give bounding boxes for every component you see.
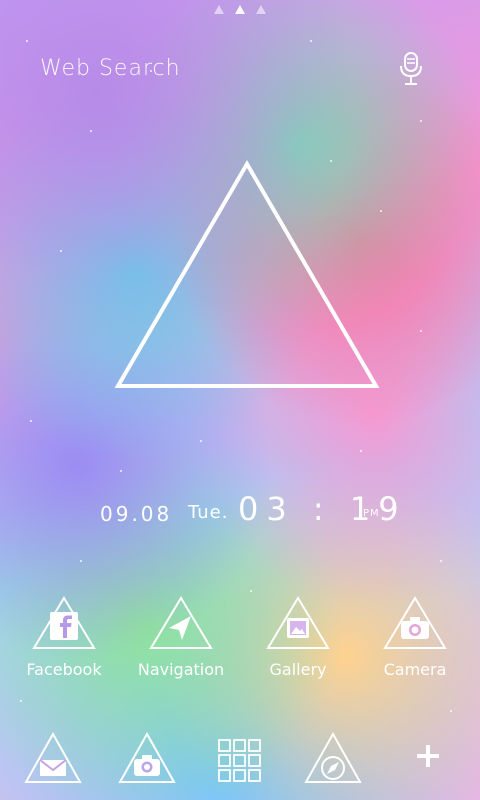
star-field [0,0,480,800]
app-label-facebook: Facebook [26,660,102,679]
plus-icon[interactable] [416,744,440,768]
web-search-bar[interactable]: Web Search [34,52,454,92]
app-navigation[interactable]: Navigation [131,596,231,679]
app-facebook[interactable]: Facebook [14,596,114,679]
triangle-wallpaper-icon [114,160,380,388]
clock-time: 03 : 19 [238,490,407,528]
camera-icon[interactable] [118,732,176,784]
page-indicator-3 [256,5,266,14]
app-label-gallery: Gallery [269,660,327,679]
app-label-camera: Camera [383,660,447,679]
clock-day: Tue. [188,502,229,523]
camera-icon [383,596,447,649]
app-label-navigation: Navigation [137,660,225,679]
navigation-arrow-icon [149,596,213,649]
web-search-label[interactable]: Web Search [40,56,181,81]
page-indicator-1 [214,5,224,14]
clock-ampm: PM [363,508,380,519]
app-camera[interactable]: Camera [365,596,465,679]
microphone-icon[interactable] [398,52,424,86]
compass-icon[interactable] [304,732,362,784]
page-indicator-2 [235,5,245,14]
mail-icon[interactable] [24,732,82,784]
facebook-icon [32,596,96,649]
status-indicators [214,5,270,17]
gallery-icon [266,596,330,649]
app-gallery[interactable]: Gallery [248,596,348,679]
clock-widget[interactable]: 09.08 Tue. 03 : 19 PM [100,490,420,530]
clock-date: 09.08 [100,502,173,526]
app-drawer-grid-icon[interactable] [217,738,263,784]
